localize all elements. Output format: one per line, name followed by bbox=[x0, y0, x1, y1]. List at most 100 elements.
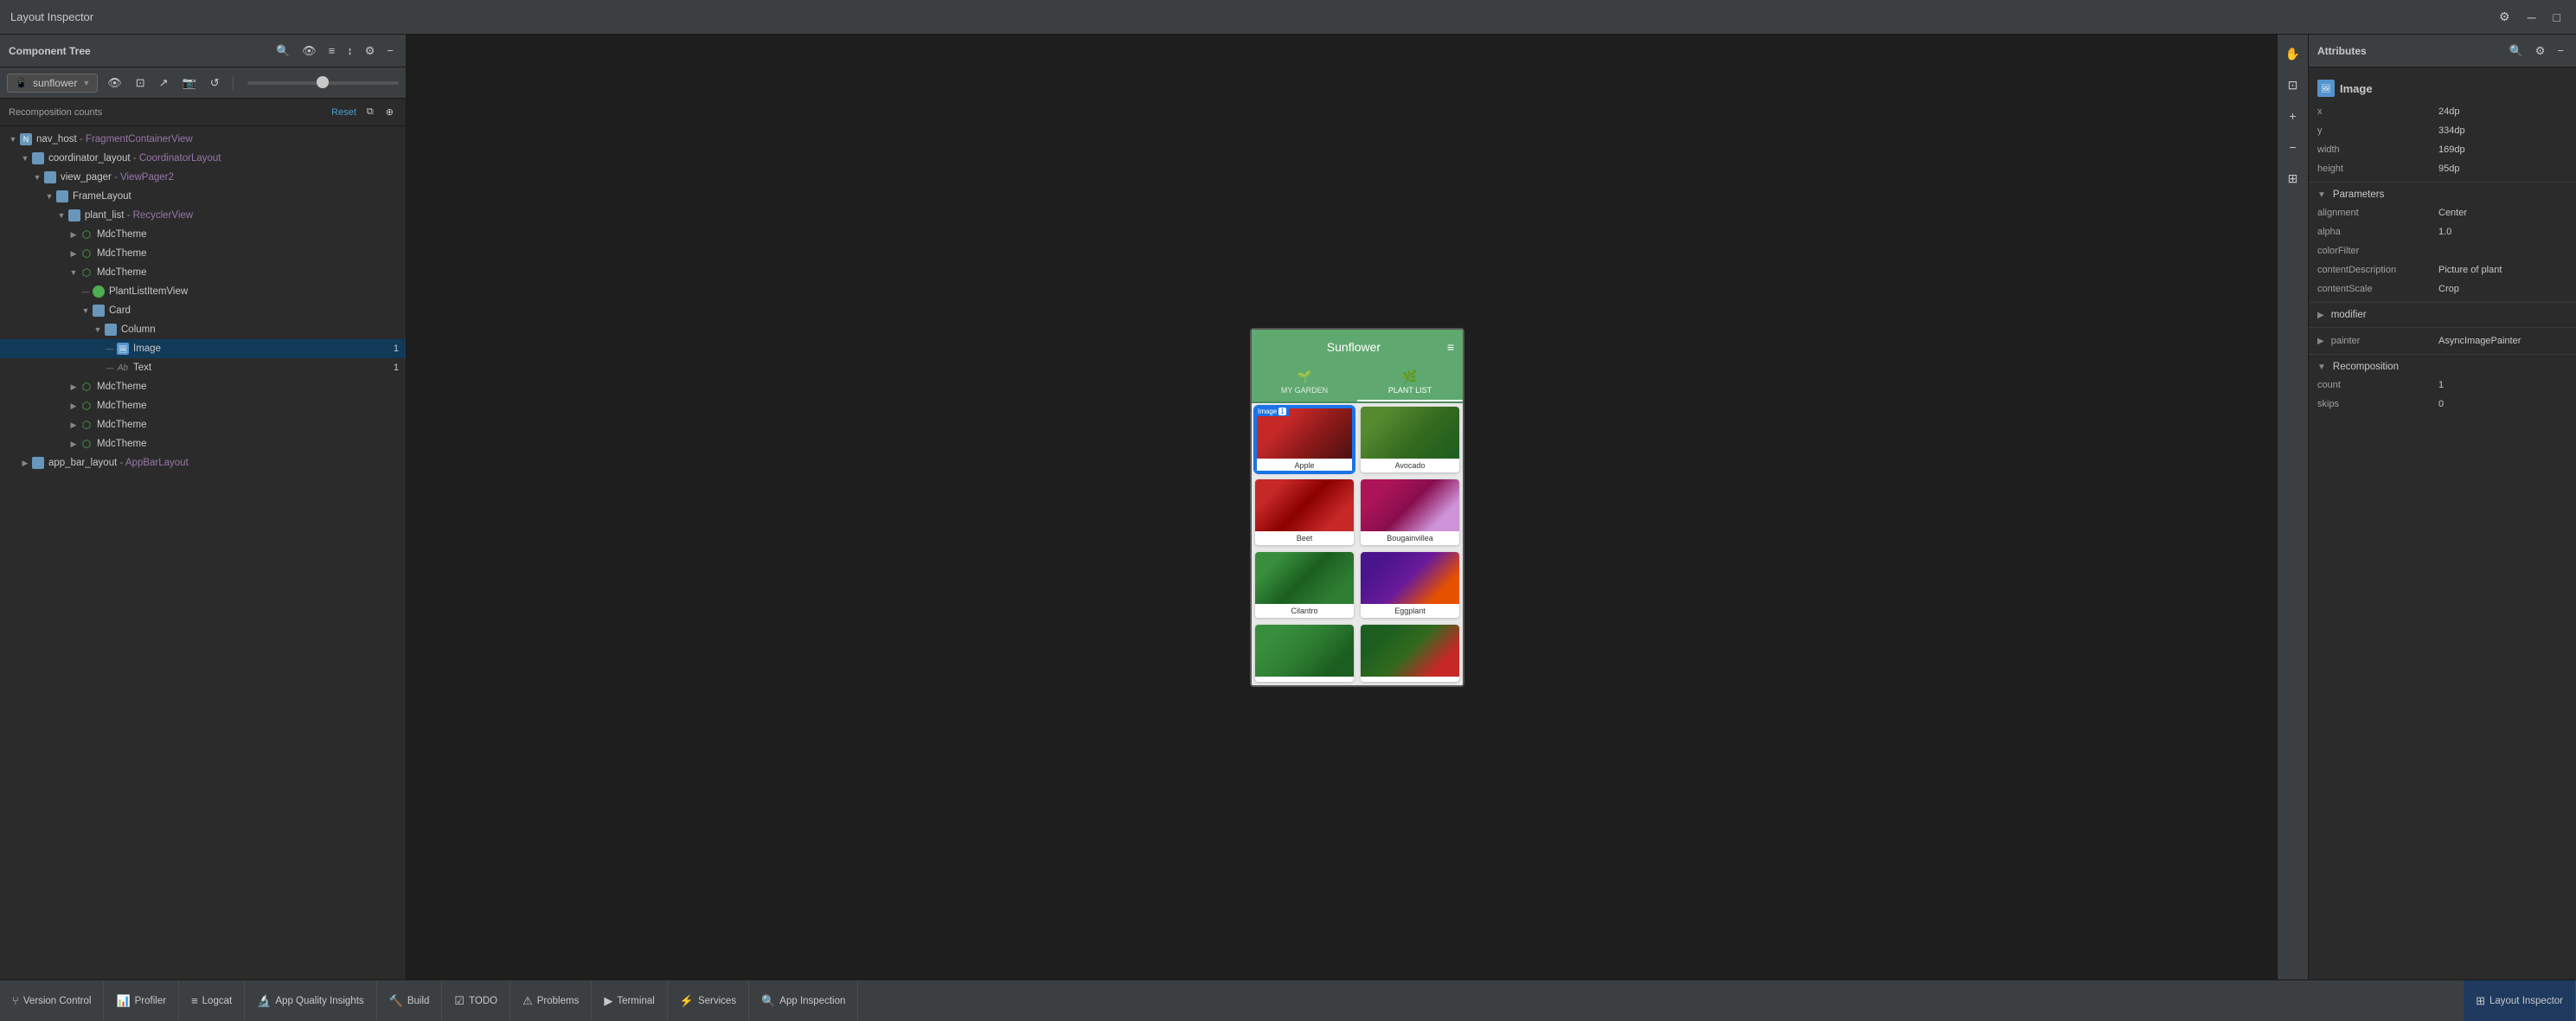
image-icon: 🖼 bbox=[116, 342, 130, 356]
inspection-icon: 🔍 bbox=[761, 994, 775, 1008]
layers-tool-btn[interactable]: ⊡ bbox=[131, 74, 150, 92]
tab-garden-label: MY GARDEN bbox=[1281, 386, 1328, 395]
recomposition-section[interactable]: ▼ Recomposition bbox=[2309, 358, 2576, 376]
plant-img-unknown2 bbox=[1361, 625, 1459, 677]
external-link-btn[interactable]: ↗ bbox=[155, 74, 173, 92]
tree-item-mdctheme-5[interactable]: ▶ ⬡ MdcTheme bbox=[0, 396, 406, 415]
mdctheme7-icon: ⬡ bbox=[80, 437, 93, 451]
attr-row-contentDesc: contentDescription Picture of plant bbox=[2309, 260, 2576, 279]
zoom-out-btn[interactable]: − bbox=[2281, 135, 2305, 159]
tree-arrow: — bbox=[104, 363, 116, 372]
tree-item-text: MdcTheme bbox=[97, 401, 147, 411]
layer-slider[interactable] bbox=[247, 81, 399, 85]
filter-button[interactable]: ≡ bbox=[325, 42, 339, 59]
attr-value-x: 24dp bbox=[2438, 106, 2567, 117]
layers-tool-btn-2[interactable]: ⊡ bbox=[2281, 73, 2305, 97]
tree-item-column[interactable]: ▼ Column bbox=[0, 320, 406, 339]
tree-item-card[interactable]: ▼ Card bbox=[0, 301, 406, 320]
component-tree: ▼ N nav_host - FragmentContainerView ▼ c… bbox=[0, 126, 406, 979]
screenshot-btn[interactable]: 📷 bbox=[178, 74, 201, 92]
tree-item-mdctheme-1[interactable]: ▶ ⬡ MdcTheme bbox=[0, 225, 406, 244]
eye-tool-btn[interactable]: 👁 bbox=[103, 74, 126, 92]
tree-arrow: ▼ bbox=[67, 268, 80, 277]
left-panel: Component Tree 🔍 👁 ≡ ↕ ⚙ − 📱 sunflower ▼… bbox=[0, 35, 407, 979]
version-control-icon: ⑂ bbox=[12, 994, 19, 1007]
attr-key-y: y bbox=[2317, 125, 2438, 136]
attr-key-x: x bbox=[2317, 106, 2438, 117]
status-app-inspection[interactable]: 🔍 App Inspection bbox=[749, 980, 858, 1021]
tree-item-image[interactable]: — 🖼 Image 1 bbox=[0, 339, 406, 358]
plant-card-unknown2 bbox=[1361, 625, 1459, 682]
collapse-button[interactable]: − bbox=[383, 42, 397, 59]
restore-button[interactable]: □ bbox=[2548, 8, 2566, 26]
close-attrs-btn[interactable]: − bbox=[2554, 42, 2567, 60]
plant-img-avocado bbox=[1361, 407, 1459, 459]
image-badge: 1 bbox=[381, 344, 399, 354]
tab-garden[interactable]: 🌱 MY GARDEN bbox=[1252, 364, 1357, 401]
tree-item-mdctheme-2[interactable]: ▶ ⬡ MdcTheme bbox=[0, 244, 406, 263]
modifier-section[interactable]: ▶ modifier bbox=[2309, 306, 2576, 324]
problems-icon: ⚠ bbox=[522, 994, 533, 1008]
profiler-icon: 📊 bbox=[116, 994, 130, 1008]
tree-item-mdctheme-4[interactable]: ▶ ⬡ MdcTheme bbox=[0, 377, 406, 396]
tree-item-nav-host[interactable]: ▼ N nav_host - FragmentContainerView bbox=[0, 130, 406, 149]
attr-value-alpha: 1.0 bbox=[2438, 227, 2567, 237]
eye-button[interactable]: 👁 bbox=[298, 42, 320, 60]
tree-item-mdctheme-3[interactable]: ▼ ⬡ MdcTheme bbox=[0, 263, 406, 282]
version-control-label: Version Control bbox=[23, 996, 92, 1006]
tree-item-mdctheme-7[interactable]: ▶ ⬡ MdcTheme bbox=[0, 434, 406, 453]
modifier-expand-icon: ▶ bbox=[2317, 311, 2324, 320]
attr-row-alpha: alpha 1.0 bbox=[2309, 222, 2576, 241]
reset-button[interactable]: Reset bbox=[331, 107, 356, 118]
text-node-icon: Ab bbox=[116, 361, 130, 375]
status-logcat[interactable]: ≡ Logcat bbox=[179, 980, 245, 1021]
tree-item-mdctheme-6[interactable]: ▶ ⬡ MdcTheme bbox=[0, 415, 406, 434]
copy-icon[interactable]: ⧉ bbox=[363, 105, 377, 119]
status-services[interactable]: ⚡ Services bbox=[668, 980, 749, 1021]
mdctheme6-icon: ⬡ bbox=[80, 418, 93, 432]
tree-item-framelayout[interactable]: ▼ FrameLayout bbox=[0, 187, 406, 206]
settings-gear-button[interactable]: ⚙ bbox=[362, 42, 379, 60]
status-terminal[interactable]: ▶ Terminal bbox=[592, 980, 667, 1021]
status-todo[interactable]: ☑ TODO bbox=[442, 980, 510, 1021]
tree-arrow: ▼ bbox=[80, 306, 92, 315]
settings-attrs-btn[interactable]: ⚙ bbox=[2532, 42, 2549, 60]
status-version-control[interactable]: ⑂ Version Control bbox=[0, 980, 104, 1021]
build-label: Build bbox=[407, 996, 430, 1006]
attr-key-alpha: alpha bbox=[2317, 227, 2438, 237]
status-profiler[interactable]: 📊 Profiler bbox=[104, 980, 179, 1021]
status-build[interactable]: 🔨 Build bbox=[377, 980, 443, 1021]
parameters-title: Parameters bbox=[2333, 189, 2384, 200]
settings-button[interactable]: ⚙ bbox=[2494, 8, 2515, 26]
coordinator-icon bbox=[31, 151, 45, 165]
logcat-label: Logcat bbox=[202, 996, 233, 1006]
tree-item-coordinator[interactable]: ▼ coordinator_layout - CoordinatorLayout bbox=[0, 149, 406, 168]
status-layout-inspector[interactable]: ⊞ Layout Inspector bbox=[2464, 980, 2576, 1021]
tree-item-text: view_pager - ViewPager2 bbox=[61, 172, 174, 183]
app-selector[interactable]: 📱 sunflower ▼ bbox=[7, 74, 98, 93]
status-app-quality[interactable]: 🔬 App Quality Insights bbox=[245, 980, 376, 1021]
tree-item-plantlistitem[interactable]: — PlantListItemView bbox=[0, 282, 406, 301]
status-problems[interactable]: ⚠ Problems bbox=[510, 980, 592, 1021]
tree-item-appbar[interactable]: ▶ app_bar_layout - AppBarLayout bbox=[0, 453, 406, 472]
tree-item-viewpager[interactable]: ▼ view_pager - ViewPager2 bbox=[0, 168, 406, 187]
attr-value-painter: AsyncImagePainter bbox=[2438, 336, 2567, 346]
tree-arrow: ▶ bbox=[67, 401, 80, 411]
fit-view-btn[interactable]: ⊞ bbox=[2281, 166, 2305, 190]
parameters-section[interactable]: ▼ Parameters bbox=[2309, 186, 2576, 203]
tab-plants[interactable]: 🌿 PLANT LIST bbox=[1357, 364, 1463, 401]
divider-4 bbox=[2309, 354, 2576, 355]
refresh-btn[interactable]: ↺ bbox=[206, 74, 224, 92]
hand-tool-btn[interactable]: ✋ bbox=[2281, 42, 2305, 66]
tree-arrow: ▼ bbox=[55, 211, 67, 220]
sort-button[interactable]: ↕ bbox=[343, 42, 356, 59]
search-button[interactable]: 🔍 bbox=[272, 42, 293, 60]
divider-1 bbox=[2309, 182, 2576, 183]
tree-item-plantlist[interactable]: ▼ plant_list - RecyclerView bbox=[0, 206, 406, 225]
recomposition-icons: ⧉ ⊕ bbox=[363, 105, 397, 119]
zoom-in-btn[interactable]: + bbox=[2281, 104, 2305, 128]
target-icon[interactable]: ⊕ bbox=[382, 105, 397, 119]
search-attrs-btn[interactable]: 🔍 bbox=[2506, 42, 2527, 60]
tree-item-text[interactable]: — Ab Text 1 bbox=[0, 358, 406, 377]
minimize-button[interactable]: ─ bbox=[2522, 8, 2541, 26]
